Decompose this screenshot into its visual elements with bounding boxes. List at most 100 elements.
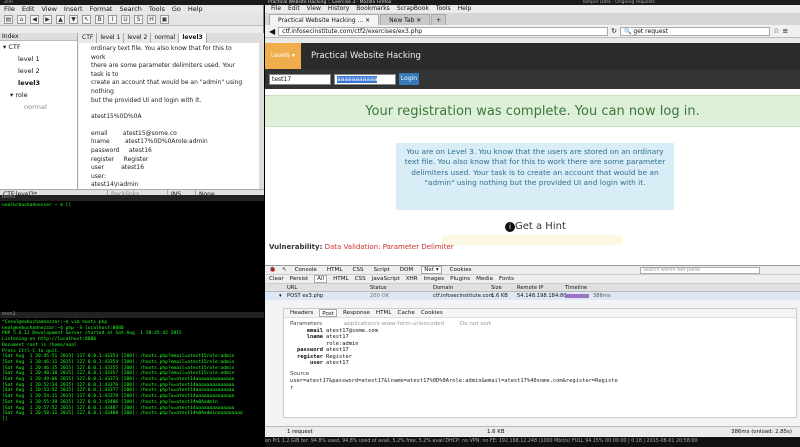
- filter-css[interactable]: CSS: [355, 276, 366, 282]
- tab-headers[interactable]: Headers: [290, 309, 313, 317]
- home-icon[interactable]: ⌂: [17, 15, 26, 24]
- filter-all[interactable]: All: [314, 275, 328, 283]
- tab-net[interactable]: Net ▾: [421, 266, 442, 274]
- persist-button[interactable]: Persist: [290, 276, 309, 282]
- tree-item-role[interactable]: ▾ role: [0, 89, 77, 101]
- login-form: test17 aaaaaaaaaaa Login: [265, 69, 800, 89]
- underline-icon[interactable]: U: [121, 15, 130, 24]
- menu-search[interactable]: Search: [119, 5, 141, 14]
- tab-post[interactable]: Post: [319, 309, 338, 317]
- filter-html[interactable]: HTML: [333, 276, 349, 282]
- close-icon[interactable]: ✕: [416, 17, 421, 24]
- username-input[interactable]: test17: [269, 73, 331, 85]
- tree-item-ctf[interactable]: ▾ CTF: [0, 41, 77, 53]
- tab-cookies[interactable]: Cookies: [448, 267, 474, 273]
- tree-item-normal[interactable]: normal: [0, 101, 77, 113]
- inspect-icon[interactable]: ↖: [282, 267, 287, 273]
- filter-js[interactable]: JavaScript: [372, 276, 400, 282]
- search-input[interactable]: 🔍 get request: [620, 26, 771, 36]
- tab-dom[interactable]: DOM: [398, 267, 416, 273]
- pane-icon[interactable]: ▣: [160, 15, 169, 24]
- col-domain[interactable]: Domain: [433, 284, 453, 292]
- up-icon[interactable]: ▲: [56, 15, 65, 24]
- login-button[interactable]: Login: [399, 73, 419, 85]
- filter-xhr[interactable]: XHR: [406, 276, 418, 282]
- new-tab-button[interactable]: +: [431, 14, 447, 25]
- menu-file[interactable]: File: [4, 5, 15, 14]
- tab-level3[interactable]: level3: [179, 33, 207, 43]
- tab-response[interactable]: Response: [343, 309, 370, 317]
- tree-item-level3[interactable]: level3: [0, 77, 77, 89]
- menu-go[interactable]: Go: [172, 5, 181, 14]
- tab-cache[interactable]: Cache: [397, 309, 414, 317]
- net-request-row[interactable]: ▾ POST ex3.php 200 OK ctf.infosecinstitu…: [265, 292, 800, 300]
- editor-text[interactable]: ordinary text file. You also know that f…: [79, 43, 259, 201]
- terminal-top[interactable]: term1 nealbrbuchadnesser ~ $ []: [0, 195, 264, 312]
- menu-insert[interactable]: Insert: [64, 5, 83, 14]
- back-icon[interactable]: ◀: [269, 27, 275, 36]
- menu-tools[interactable]: Tools: [149, 5, 165, 14]
- tab-html[interactable]: HTML: [325, 267, 345, 273]
- bold-icon[interactable]: B: [95, 15, 104, 24]
- ff-menu-scrapbook[interactable]: ScrapBook: [397, 5, 429, 13]
- italic-icon[interactable]: I: [108, 15, 117, 24]
- tree-item-level1[interactable]: level 1: [0, 53, 77, 65]
- menu-help[interactable]: Help: [188, 5, 203, 14]
- tab-css[interactable]: CSS: [350, 267, 365, 273]
- col-remote-ip[interactable]: Remote IP: [517, 284, 543, 292]
- menu-edit[interactable]: Edit: [22, 5, 35, 14]
- tab-practical-website-hacking[interactable]: Practical Website Hacking ... ✕: [269, 14, 380, 25]
- editor-scrollbar[interactable]: [259, 33, 264, 189]
- down-icon[interactable]: ▼: [69, 15, 78, 24]
- registration-success-alert: Your registration was complete. You can …: [265, 95, 800, 127]
- filter-fonts[interactable]: Fonts: [499, 276, 514, 282]
- ff-menu-help[interactable]: Help: [458, 5, 472, 13]
- net-search-input[interactable]: Search within Net panel: [640, 266, 760, 274]
- levels-dropdown[interactable]: Levels ▾: [265, 43, 301, 69]
- firebug-icon[interactable]: 🐞: [269, 267, 276, 273]
- col-timeline[interactable]: Timeline: [565, 284, 587, 292]
- strike-icon[interactable]: S: [134, 15, 143, 24]
- password-input[interactable]: aaaaaaaaaaa: [334, 73, 396, 85]
- tab-script[interactable]: Script: [371, 267, 391, 273]
- tab-level1[interactable]: level 1: [97, 33, 125, 43]
- menu-icon[interactable]: ≡: [782, 27, 788, 35]
- tab-ctf[interactable]: CTF: [79, 33, 98, 43]
- cursor-icon[interactable]: ↖: [82, 15, 91, 24]
- col-status[interactable]: Status: [370, 284, 387, 292]
- close-icon[interactable]: ✕: [365, 17, 370, 24]
- tab-level2[interactable]: level 2: [124, 33, 152, 43]
- editor-pane[interactable]: CTF level 1 level 2 normal level3 ordina…: [79, 33, 259, 197]
- tab-new-tab[interactable]: New Tab ✕: [380, 14, 431, 25]
- highlight-icon[interactable]: H: [147, 15, 156, 24]
- get-hint-link[interactable]: i Get a Hint: [505, 221, 566, 232]
- ff-menu-bookmarks[interactable]: Bookmarks: [356, 5, 390, 13]
- ff-menu-edit[interactable]: Edit: [288, 5, 300, 13]
- url-bar[interactable]: ctf.infosecinstitute.com/ctf2/exercises/…: [278, 26, 609, 36]
- index-toggle-icon[interactable]: ▤: [4, 15, 13, 24]
- expand-icon[interactable]: ▾: [279, 292, 282, 300]
- tab-console[interactable]: Console: [293, 267, 319, 273]
- terminal-bottom[interactable]: term2 ^Cneal@nebuchadnezzar:~$ vim hosts…: [0, 312, 264, 447]
- tree-item-level2[interactable]: level 2: [0, 65, 77, 77]
- filter-plugins[interactable]: Plugins: [450, 276, 470, 282]
- col-size[interactable]: Size: [491, 284, 502, 292]
- ff-menu-file[interactable]: File: [271, 5, 281, 13]
- tab-normal[interactable]: normal: [151, 33, 180, 43]
- back-icon[interactable]: ◀: [30, 15, 39, 24]
- filter-images[interactable]: Images: [424, 276, 444, 282]
- ff-menu-history[interactable]: History: [328, 5, 349, 13]
- col-url[interactable]: URL: [287, 284, 297, 292]
- menu-view[interactable]: View: [41, 5, 56, 14]
- tab-detail-cookies[interactable]: Cookies: [421, 309, 443, 317]
- bookmark-star-icon[interactable]: ☆: [773, 27, 779, 35]
- ff-menu-tools[interactable]: Tools: [436, 5, 451, 13]
- clear-button[interactable]: Clear: [269, 276, 284, 282]
- site-title[interactable]: Practical Website Hacking: [301, 51, 421, 61]
- tab-detail-html[interactable]: HTML: [376, 309, 392, 317]
- reload-icon[interactable]: ↻: [611, 27, 617, 35]
- ff-menu-view[interactable]: View: [307, 5, 321, 13]
- menu-format[interactable]: Format: [90, 5, 113, 14]
- forward-icon[interactable]: ▶: [43, 15, 52, 24]
- filter-media[interactable]: Media: [476, 276, 493, 282]
